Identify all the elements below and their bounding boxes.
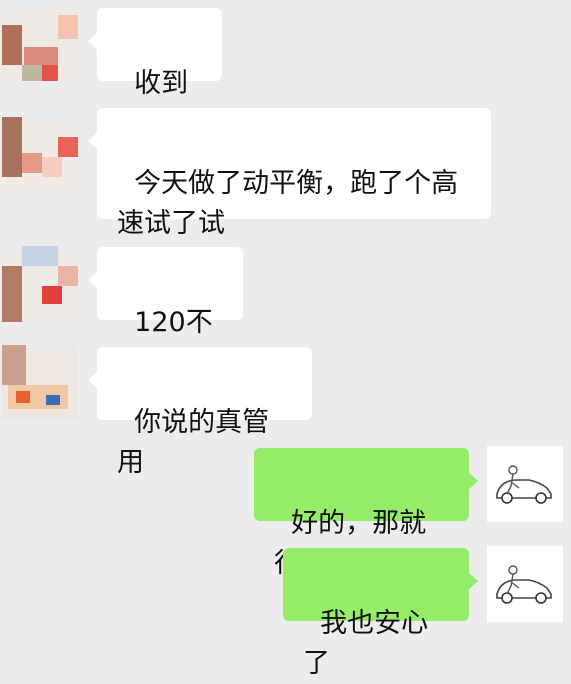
message-bubble-outgoing[interactable]: 我也安心了 xyxy=(283,548,478,679)
avatar-mosaic-block xyxy=(22,65,42,81)
message-text: 我也安心了 xyxy=(303,608,429,679)
avatar-mosaic-block xyxy=(58,137,78,157)
message-bubble-incoming[interactable]: 今天做了动平衡，跑了个高 速试了试 xyxy=(88,108,491,239)
car-avatar-icon xyxy=(496,465,552,504)
message-text: 今天做了动平衡，跑了个高 速试了试 xyxy=(117,168,459,239)
avatar-mosaic-block xyxy=(2,345,26,385)
car-avatar-icon xyxy=(496,565,552,604)
my-avatar[interactable] xyxy=(487,546,563,622)
avatar-mosaic-block xyxy=(42,157,62,177)
contact-avatar[interactable] xyxy=(2,5,78,81)
avatar-mosaic-block xyxy=(46,395,60,405)
avatar-mosaic-block xyxy=(24,47,58,65)
avatar-mosaic-block xyxy=(58,266,78,286)
avatar-mosaic-block xyxy=(42,65,58,81)
avatar-mosaic-block xyxy=(2,266,22,322)
contact-avatar[interactable] xyxy=(2,345,78,421)
message-bubble-incoming[interactable]: 你说的真管用 xyxy=(88,347,312,478)
message-text: 你说的真管用 xyxy=(117,407,270,478)
avatar-mosaic-block xyxy=(22,246,58,266)
avatar-mosaic-block xyxy=(16,391,30,403)
message-bubble-outgoing[interactable]: 好的，那就行 xyxy=(254,448,478,579)
avatar-mosaic-block xyxy=(42,286,62,304)
message-bubble-incoming[interactable]: 120不抖 xyxy=(88,247,243,378)
avatar-mosaic-block xyxy=(2,25,22,65)
my-avatar[interactable] xyxy=(487,446,563,522)
avatar-mosaic-block xyxy=(58,15,78,39)
avatar-mosaic-block xyxy=(2,117,22,177)
contact-avatar[interactable] xyxy=(2,246,78,322)
avatar-mosaic-block xyxy=(22,153,42,173)
message-bubble-incoming[interactable]: 收到了 xyxy=(88,8,222,139)
contact-avatar[interactable] xyxy=(2,117,78,193)
